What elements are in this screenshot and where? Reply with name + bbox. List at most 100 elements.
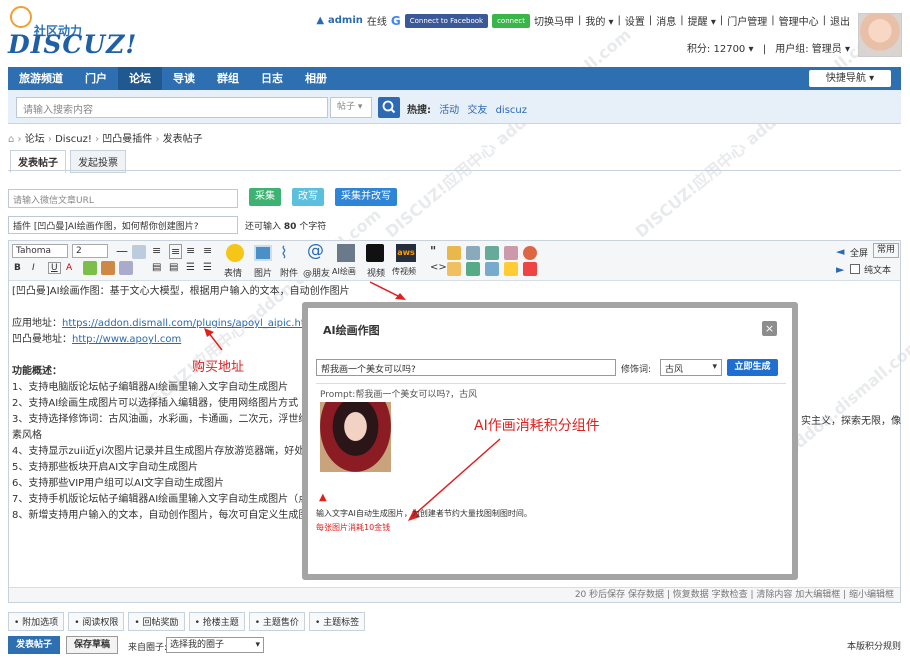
mention-icon[interactable]: @ (307, 241, 324, 261)
username-link[interactable]: admin (328, 15, 363, 26)
generated-image[interactable] (320, 402, 391, 472)
fullscreen-button[interactable]: 全屏 (850, 246, 868, 259)
mention-label[interactable]: @朋友 (303, 266, 330, 279)
nav-item-blog[interactable]: 日志 (250, 67, 294, 90)
modifier-select[interactable]: 古风 ▾ (660, 359, 722, 376)
header-link-mine[interactable]: 我的 ▾ (585, 13, 613, 28)
logo[interactable]: DISCUZ! (8, 30, 137, 59)
flash-icon[interactable] (504, 246, 518, 260)
background-icon[interactable] (132, 245, 146, 259)
plaintext-checkbox[interactable] (850, 264, 860, 274)
site-url-link[interactable]: http://www.apoyl.com (72, 334, 181, 345)
generate-button[interactable]: 立即生成 (727, 359, 778, 376)
nav-item-guide[interactable]: 导读 (162, 67, 206, 90)
option-extra[interactable]: • 附加选项 (8, 612, 65, 631)
header-link-notify[interactable]: 提醒 ▾ (688, 13, 716, 28)
emoji-label[interactable]: 表情 (224, 266, 242, 279)
search-input[interactable]: 请输入搜索内容 (16, 97, 328, 118)
submit-button[interactable]: 发表帖子 (8, 636, 60, 654)
align-left-icon[interactable]: ≡ (152, 244, 161, 257)
font-size-select[interactable]: 2 (72, 244, 108, 258)
ai-paint-icon[interactable] (337, 244, 355, 262)
option-price[interactable]: • 主题售价 (248, 612, 305, 631)
image-icon[interactable] (254, 245, 272, 261)
underline-icon[interactable]: U (48, 262, 61, 274)
option-reply-reward[interactable]: • 回帖奖励 (128, 612, 185, 631)
search-button[interactable] (378, 97, 400, 118)
header-link-admin-center[interactable]: 管理中心 (779, 13, 819, 28)
hot-word-activity[interactable]: 活动 (439, 105, 459, 116)
bold-icon[interactable]: B (14, 263, 21, 273)
gallery-icon[interactable] (466, 262, 480, 276)
close-icon[interactable]: × (762, 321, 777, 336)
header-link-settings[interactable]: 设置 (625, 13, 645, 28)
lock-icon[interactable] (447, 262, 461, 276)
attachment-label[interactable]: 附件 (280, 266, 298, 279)
ai-paint-label[interactable]: AI绘画 (332, 266, 356, 277)
ordered-list-icon[interactable]: ☰ (186, 262, 195, 273)
hr-icon[interactable]: — (116, 244, 128, 258)
page-icon[interactable] (485, 262, 499, 276)
nav-item-portal[interactable]: 门户 (74, 67, 118, 90)
credits-link[interactable]: 积分: 12700 ▾ (687, 44, 754, 55)
save-draft-button[interactable]: 保存草稿 (66, 636, 118, 654)
video-icon[interactable] (366, 244, 384, 262)
collect-button[interactable]: 采集 (249, 188, 281, 206)
home-icon[interactable]: ⌂ (8, 134, 14, 145)
facebook-connect-button[interactable]: Connect to Facebook (404, 13, 489, 28)
audio-icon[interactable] (523, 246, 537, 260)
collect-rewrite-button[interactable]: 采集并改写 (335, 188, 397, 206)
video-label[interactable]: 视频 (367, 266, 385, 279)
quick-nav-button[interactable]: 快捷导航 ▾ (809, 70, 891, 87)
image-small-icon[interactable] (119, 261, 133, 275)
common-button[interactable]: 常用 (873, 243, 899, 258)
google-icon[interactable]: G (391, 14, 401, 28)
option-floor[interactable]: • 抢楼主题 (188, 612, 245, 631)
red-envelope-icon[interactable] (523, 262, 537, 276)
credit-rules-link[interactable]: 本版积分规则 (847, 639, 901, 652)
quote-icon[interactable]: " (430, 244, 436, 258)
usergroup-link[interactable]: 用户组: 管理员 ▾ (775, 44, 850, 55)
link-icon[interactable] (83, 261, 97, 275)
hide-icon[interactable] (466, 246, 480, 260)
nav-item-groups[interactable]: 群组 (206, 67, 250, 90)
wechat-url-input[interactable]: 请输入微信文章URL (8, 189, 238, 208)
undo-icon[interactable]: ◄ (836, 245, 844, 258)
circle-select[interactable]: 选择我的圈子 ▾ (166, 637, 264, 653)
image-label[interactable]: 图片 (254, 266, 272, 279)
avatar[interactable] (858, 13, 902, 57)
title-input[interactable]: 插件 [凹凸曼]AI绘画作图，如何帮你创建图片? (8, 216, 238, 234)
upload-video-label[interactable]: 传视频 (392, 266, 416, 277)
redo-icon[interactable]: ► (836, 263, 844, 276)
header-link-switch[interactable]: 切换马甲 (534, 13, 574, 28)
hot-word-friends[interactable]: 交友 (467, 105, 487, 116)
option-read-perm[interactable]: • 阅读权限 (68, 612, 125, 631)
hot-word-discuz[interactable]: discuz (496, 105, 527, 116)
header-link-messages[interactable]: 消息 (656, 13, 676, 28)
table-icon[interactable] (447, 246, 461, 260)
attachment-icon[interactable]: ⌇ (280, 243, 288, 262)
option-tags[interactable]: • 主题标签 (308, 612, 366, 631)
breadcrumb-plugin[interactable]: 凹凸曼插件 (102, 134, 152, 145)
bg-icon[interactable] (504, 262, 518, 276)
align-justify-icon[interactable]: ≡ (203, 244, 212, 257)
float-left-icon[interactable]: ▤ (152, 262, 161, 273)
unlink-icon[interactable] (101, 261, 115, 275)
nav-item-album[interactable]: 相册 (294, 67, 338, 90)
aws-icon[interactable]: aws (396, 244, 416, 262)
wechat-connect-button[interactable]: connect (492, 13, 530, 28)
code-icon[interactable]: <> (430, 262, 447, 273)
rewrite-button[interactable]: 改写 (292, 188, 324, 206)
font-select[interactable]: Tahoma (12, 244, 68, 258)
nav-item-forum[interactable]: 论坛 (118, 67, 162, 90)
float-right-icon[interactable]: ▤ (169, 262, 178, 273)
align-center-icon[interactable]: ≡ (169, 244, 183, 259)
emoji-icon[interactable] (226, 244, 244, 262)
breadcrumb-forum[interactable]: 论坛 (25, 134, 45, 145)
breadcrumb-discuz[interactable]: Discuz! (55, 134, 92, 145)
prompt-input[interactable]: 帮我画一个美女可以吗? (316, 359, 616, 376)
free-icon[interactable] (485, 246, 499, 260)
italic-icon[interactable]: I (32, 263, 35, 273)
nav-item-travel[interactable]: 旅游频道 (8, 67, 74, 90)
header-link-portal-admin[interactable]: 门户管理 (727, 13, 767, 28)
